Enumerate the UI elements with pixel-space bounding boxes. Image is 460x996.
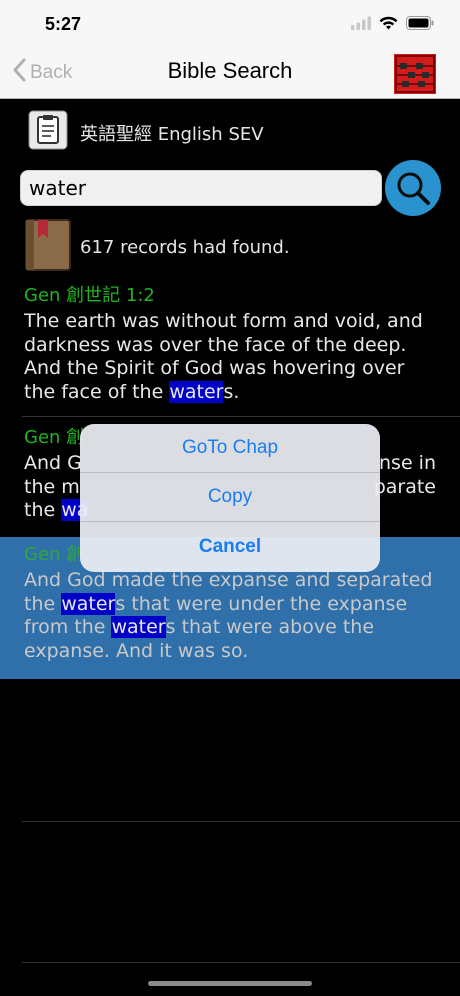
battery-icon xyxy=(406,16,434,35)
cellular-signal-icon xyxy=(351,16,371,35)
search-input[interactable]: water xyxy=(20,170,382,206)
results-header: 617 records had found. xyxy=(24,218,290,277)
status-icons xyxy=(351,16,434,35)
search-highlight: water xyxy=(61,592,116,615)
search-icon xyxy=(385,172,441,220)
goto-chapter-button[interactable]: GoTo Chap xyxy=(80,424,380,473)
version-label: 英語聖經 English SEV xyxy=(80,123,264,145)
divider xyxy=(22,416,460,417)
clipboard-icon xyxy=(28,110,68,155)
divider xyxy=(22,962,460,963)
search-highlight: water xyxy=(111,616,166,638)
result-text: The earth was without form and void, and… xyxy=(24,310,423,403)
abacus-icon[interactable] xyxy=(394,54,436,94)
records-count: 617 records had found. xyxy=(80,237,290,258)
result-reference: Gen 創世記 1:2 xyxy=(24,285,155,306)
screen: 5:27 Back Bible Search 英語聖經 English SEV … xyxy=(0,0,460,996)
version-selector[interactable]: 英語聖經 English SEV xyxy=(28,110,264,155)
wifi-icon xyxy=(379,16,398,35)
action-sheet: GoTo Chap Copy Cancel xyxy=(80,424,380,572)
cancel-button[interactable]: Cancel xyxy=(80,522,380,571)
navigation-bar: 5:27 Back Bible Search xyxy=(0,0,460,99)
divider xyxy=(22,821,460,822)
search-button[interactable] xyxy=(385,160,441,216)
result-item[interactable]: Gen 創世記 1:2 The earth was without form a… xyxy=(0,284,460,404)
page-title: Bible Search xyxy=(167,58,293,83)
result-text: And God made the expanse and separated t… xyxy=(24,569,433,662)
home-indicator[interactable] xyxy=(148,981,312,986)
status-time: 5:27 xyxy=(45,14,82,34)
copy-button[interactable]: Copy xyxy=(80,473,380,522)
search-highlight: water xyxy=(169,380,224,403)
book-icon xyxy=(24,218,72,277)
